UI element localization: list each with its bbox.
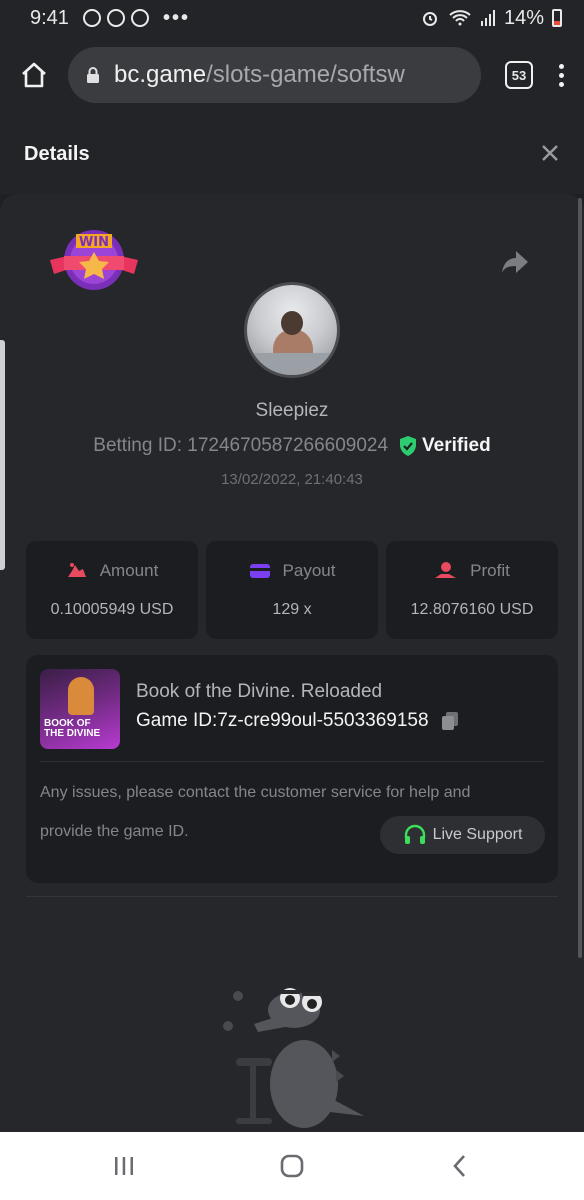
profit-icon [435, 562, 457, 578]
home-button[interactable] [16, 57, 52, 93]
alarm-icon [422, 12, 437, 26]
scrollbar[interactable] [578, 198, 582, 958]
amount-value: 0.10005949 USD [50, 601, 174, 618]
system-nav-bar [0, 1132, 584, 1200]
copy-icon[interactable] [439, 710, 461, 732]
payout-header: Payout [206, 561, 378, 581]
menu-dot [559, 72, 564, 78]
close-button[interactable] [540, 140, 560, 168]
amount-icon [67, 563, 86, 577]
win-badge-icon: WIN [50, 230, 138, 290]
url-host: bc.game [114, 61, 207, 88]
browser-toolbar: bc.game/slots-game/softsw 53 [0, 36, 584, 114]
menu-dot [559, 63, 564, 69]
url-path: /slots-game/softsw [206, 61, 405, 88]
game-id-row: Game ID:7z-cre99oul-5503369158 [136, 710, 461, 732]
game-thumbnail[interactable]: BOOK OF THE DIVINE [40, 669, 120, 749]
clock: 9:41 [30, 6, 69, 29]
signal-icon [480, 10, 495, 26]
back-button[interactable] [430, 1146, 490, 1186]
game-id: Game ID:7z-cre99oul-5503369158 [136, 710, 429, 731]
close-icon [542, 145, 558, 161]
live-support-button[interactable]: Live Support [380, 816, 545, 854]
modal-header: Details [0, 114, 584, 194]
whatsapp-icon [82, 9, 101, 27]
avatar [244, 282, 340, 378]
issue-notice-line1: Any issues, please contact the customer … [40, 784, 471, 801]
status-bar: 9:41 ••• 14% [0, 0, 584, 36]
issue-notice-line2: provide the game ID. [40, 823, 189, 840]
messenger-icon [130, 9, 149, 27]
profit-value: 12.8076160 USD [410, 601, 534, 618]
home-icon [22, 62, 46, 88]
section-divider [26, 896, 558, 897]
crocodile-mascot-icon [223, 988, 364, 1128]
system-indicators: 14% [420, 7, 562, 30]
wifi-icon [449, 10, 471, 26]
recent-apps-button[interactable] [94, 1146, 154, 1186]
notification-icons [82, 9, 149, 27]
share-icon[interactable] [500, 248, 530, 276]
profit-card: Profit 12.8076160 USD [386, 541, 558, 639]
svg-text:WIN: WIN [79, 235, 109, 250]
payout-value: 129 x [272, 601, 312, 618]
home-nav-button[interactable] [262, 1146, 322, 1186]
shield-check-icon [400, 436, 417, 456]
recent-apps-icon [115, 1157, 133, 1175]
verified-badge: Verified [398, 435, 491, 457]
lock-icon [87, 67, 99, 83]
menu-dot [559, 81, 564, 87]
tab-switcher-button[interactable]: 53 [505, 61, 533, 89]
betting-id-row: Betting ID: 1724670587266609024 Verified [0, 435, 584, 457]
battery-icon [552, 9, 562, 27]
back-icon [453, 1155, 465, 1177]
payout-icon [249, 564, 270, 578]
modal-title: Details [24, 142, 90, 165]
headset-icon [404, 824, 425, 844]
profit-label: Profit [470, 561, 510, 580]
betting-id: Betting ID: 1724670587266609024 [93, 435, 389, 456]
amount-header: Amount [26, 561, 198, 581]
messenger-icon [106, 9, 125, 27]
bet-timestamp: 13/02/2022, 21:40:43 [221, 471, 363, 488]
game-card: BOOK OF THE DIVINE Book of the Divine. Re… [26, 655, 558, 883]
amount-card: Amount 0.10005949 USD [26, 541, 198, 639]
thumbnail-figure [68, 677, 94, 715]
amount-label: Amount [99, 561, 159, 580]
address-bar[interactable]: bc.game/slots-game/softsw [68, 47, 481, 103]
payout-label: Payout [282, 561, 336, 580]
battery-percent: 14% [503, 6, 544, 29]
avatar-background [247, 353, 337, 375]
verified-label: Verified [422, 435, 491, 456]
browser-menu-button[interactable] [555, 60, 568, 91]
username: Sleepiez [255, 400, 329, 421]
profit-header: Profit [386, 561, 558, 581]
payout-card: Payout 129 x [206, 541, 378, 639]
home-nav-icon [280, 1154, 304, 1178]
more-notifications-icon: ••• [162, 6, 190, 29]
thumbnail-logo: BOOK OF THE DIVINE [44, 718, 101, 739]
card-divider [40, 761, 544, 762]
game-name[interactable]: Book of the Divine. Reloaded [136, 681, 382, 703]
avatar-head [281, 311, 303, 335]
live-support-label: Live Support [432, 826, 523, 843]
